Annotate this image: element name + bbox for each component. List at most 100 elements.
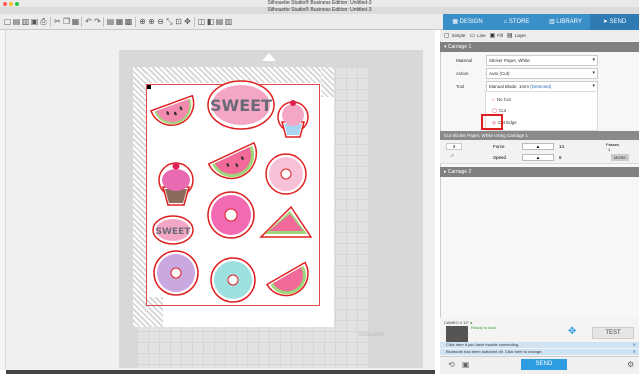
material-select[interactable]: Sticker Paper, White ▾ [486, 55, 598, 66]
fill-icon: ▣ [489, 33, 496, 39]
speed-value: 8 [559, 155, 562, 160]
zoom-drag-icon[interactable]: ⤡ [165, 17, 174, 26]
fill-icon[interactable]: ▩ [124, 17, 133, 26]
text-tool-icon[interactable]: ▥ [224, 17, 233, 26]
carriage-2-header[interactable]: ▸ Carriage 2 [440, 167, 639, 177]
device-icon[interactable]: ▣ [462, 360, 470, 369]
line-icon: ▭ [469, 33, 476, 39]
cupcake-sticker [277, 100, 309, 138]
option-label: No Cut [496, 97, 511, 102]
action-select[interactable]: Auto (Cut) ▾ [486, 68, 598, 79]
test-button[interactable]: TEST [592, 327, 634, 339]
watermelon-sticker [265, 261, 309, 297]
tab-label: STORE [508, 19, 530, 25]
fit-page-icon[interactable]: ⊡ [174, 17, 183, 26]
send-mode-layer[interactable]: ▤ Layer [507, 32, 526, 39]
action-row: Action Auto (Cut) ▾ [440, 68, 639, 80]
tab-library[interactable]: ▥ LIBRARY [541, 14, 590, 30]
option-no-cut[interactable]: ○ No Cut [492, 97, 511, 102]
history-icon[interactable]: ⟲ [448, 360, 455, 369]
gear-icon[interactable]: ⚙ [627, 360, 634, 369]
close-icon[interactable]: ✕ [633, 349, 636, 355]
watermelon-slice-sticker [259, 205, 313, 238]
new-file-icon[interactable]: ▢ [3, 17, 12, 26]
library-folder-icon[interactable]: ▥ [21, 17, 30, 26]
document-title: Silhouette Studio® Business Edition: Unt… [0, 7, 639, 14]
zoom-out-icon[interactable]: ⊖ [156, 17, 165, 26]
carriage-1-header[interactable]: ▾ Carriage 1 [440, 42, 639, 52]
redo-icon[interactable]: ↷ [93, 17, 102, 26]
more-button[interactable]: MORE [611, 154, 629, 161]
align-icon[interactable]: ▤ [106, 17, 115, 26]
open-file-icon[interactable]: ▤ [12, 17, 21, 26]
send-mode-simple[interactable]: ▢ Simple [444, 32, 465, 39]
send-mode-label: Line [477, 33, 486, 38]
cut-icon[interactable]: ✂ [53, 17, 62, 26]
window-titlebar: Silhouette Studio® Business Edition: Unt… [0, 0, 639, 7]
sticker-design[interactable]: SWEET SWEET [133, 67, 334, 327]
watermelon-sticker [149, 94, 195, 126]
cut-edge-highlight [481, 114, 503, 130]
device-name[interactable]: CAMEO 4 12" ● [444, 320, 473, 325]
tab-design[interactable]: ▦ DESIGN [443, 14, 492, 30]
device-name-text: CAMEO 4 12" [444, 320, 469, 325]
send-mode-label: Layer [514, 33, 526, 38]
no-cut-icon: ○ [492, 97, 495, 102]
watermelon-sticker [207, 141, 258, 180]
zoom-select-icon[interactable]: ⊕ [138, 17, 147, 26]
tab-label: LIBRARY [556, 19, 582, 25]
silhouette-watermark: silhouette [359, 332, 385, 338]
canvas-bottom-bar [6, 370, 435, 374]
speed-label: Speed [493, 155, 507, 160]
info-row-connect[interactable]: Click here if you have trouble connectin… [440, 342, 639, 348]
layer-icon: ▤ [507, 33, 513, 39]
move-arrows-icon[interactable]: ✥ [568, 326, 576, 337]
send-icon: ➤ [602, 19, 608, 25]
carriage-label: Carriage 2 [447, 169, 472, 175]
force-value: 14 [559, 144, 565, 149]
save-icon[interactable]: ▣ [30, 17, 39, 26]
copy-icon[interactable]: ❐ [62, 17, 71, 26]
tool-value: Manual Blade, 1mm [489, 84, 530, 89]
main-tabs: ▦ DESIGN ⌂ STORE ▥ LIBRARY ➤ SEND [443, 14, 639, 30]
chevron-down-icon: ▾ [592, 70, 595, 76]
tool-label: Tool [456, 84, 465, 89]
paste-icon[interactable]: ▦ [71, 17, 80, 26]
speed-stepper[interactable]: ▲ [522, 154, 554, 161]
send-mode-tabs: ▢ Simple ▭ Line ▣ Fill ▤ Layer [440, 30, 639, 41]
blade-depth-value[interactable]: 3 [446, 143, 462, 150]
display-icon[interactable]: ◧ [206, 17, 215, 26]
action-value: Auto (Cut) [489, 71, 510, 76]
action-label: Action [456, 71, 469, 76]
tab-label: DESIGN [459, 19, 483, 25]
close-icon[interactable]: ✕ [633, 342, 636, 348]
donut-sticker-pink [207, 191, 255, 239]
donut-sticker-purple [153, 250, 199, 296]
send-button[interactable]: SEND [521, 359, 567, 370]
tab-send[interactable]: ➤ SEND [590, 14, 639, 30]
info-row-bluetooth[interactable]: Bluetooth has been switched off. Click h… [440, 349, 639, 355]
chevron-down-icon: ▾ [592, 57, 595, 63]
cameo-device-icon [446, 326, 468, 342]
drawing-icon[interactable]: ▤ [215, 17, 224, 26]
option-label: Cut [499, 108, 507, 113]
print-icon[interactable]: ⎙ [39, 17, 48, 26]
layout-icon[interactable]: ◫ [197, 17, 206, 26]
carriage-label: Carriage 1 [447, 44, 472, 50]
tab-store[interactable]: ⌂ STORE [492, 14, 541, 30]
pan-icon[interactable]: ✥ [183, 17, 192, 26]
send-mode-line[interactable]: ▭ Line [469, 32, 485, 39]
undo-icon[interactable]: ↶ [84, 17, 93, 26]
send-mode-fill[interactable]: ▣ Fill [490, 32, 503, 39]
donut-sticker-pink [265, 153, 307, 195]
library-icon: ▥ [549, 19, 555, 25]
svg-text:SWEET: SWEET [210, 96, 272, 115]
zoom-in-icon[interactable]: ⊕ [147, 17, 156, 26]
tool-detected: (Detected) [530, 84, 552, 89]
feed-direction-arrow-icon [262, 53, 276, 61]
grid-icon[interactable]: ▦ [115, 17, 124, 26]
force-stepper[interactable]: ▲ [522, 143, 554, 150]
sweet-donut-sticker: SWEET [152, 215, 194, 245]
design-icon: ▦ [452, 19, 458, 25]
send-mode-label: Fill [497, 33, 504, 38]
